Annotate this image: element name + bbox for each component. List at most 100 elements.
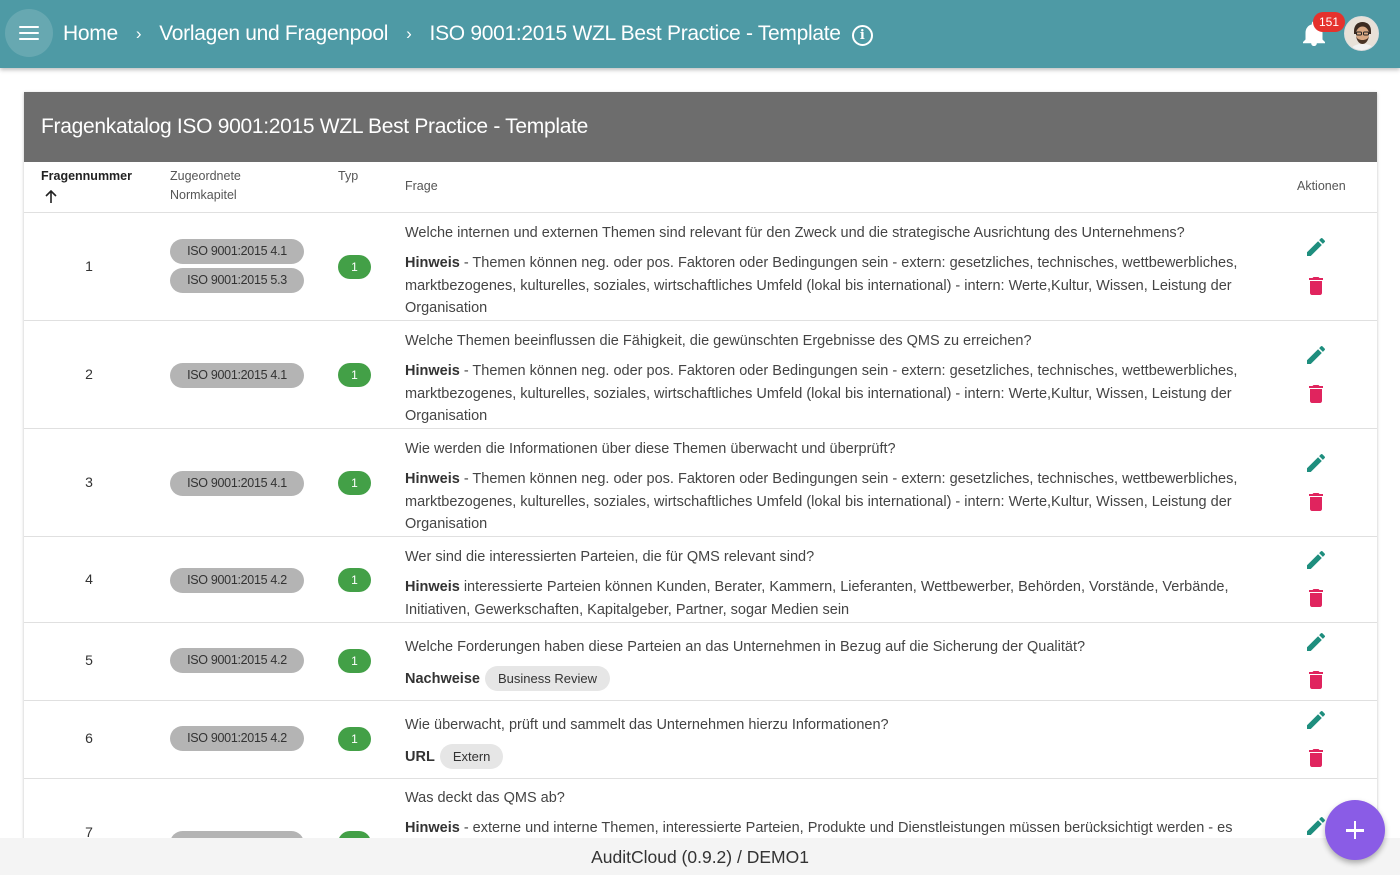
- chapter-chip: ISO 9001:2015 4.2: [170, 648, 304, 673]
- column-header-chapters[interactable]: Zugeordnete Normkapitel: [170, 167, 241, 205]
- hint-label: Hinweis: [405, 471, 460, 487]
- hint-text: - Themen können neg. oder pos. Faktoren …: [405, 363, 1238, 424]
- question-number: 3: [85, 474, 93, 490]
- hint-label: Hinweis: [405, 820, 460, 836]
- type-badge: 1: [338, 255, 371, 279]
- chapter-chip: ISO 9001:2015 4.1: [170, 239, 304, 264]
- column-header-question[interactable]: Frage: [405, 177, 438, 196]
- edit-icon[interactable]: [1304, 343, 1328, 367]
- breadcrumb-current: ISO 9001:2015 WZL Best Practice - Templa…: [429, 22, 841, 45]
- table-row: 1 ISO 9001:2015 4.1 ISO 9001:2015 5.3 1 …: [24, 213, 1377, 321]
- notification-badge: 151: [1313, 12, 1346, 32]
- question-text: Wie überwacht, prüft und sammelt das Unt…: [405, 717, 889, 733]
- question-number: 2: [85, 366, 93, 382]
- hint-text: interessierte Parteien können Kunden, Be…: [405, 579, 1229, 618]
- table-row: 3 ISO 9001:2015 4.1 1 Wie werden die Inf…: [24, 429, 1377, 537]
- chapter-chips: ISO 9001:2015 4.2: [170, 648, 304, 677]
- hint: Hinweis - Themen können neg. oder pos. F…: [405, 360, 1275, 428]
- edit-icon[interactable]: [1304, 630, 1328, 654]
- hint-text: - Themen können neg. oder pos. Faktoren …: [405, 471, 1238, 532]
- question-number: 6: [85, 730, 93, 746]
- add-question-button[interactable]: [1325, 800, 1385, 860]
- edit-icon[interactable]: [1304, 451, 1328, 475]
- question-text: Was deckt das QMS ab?: [405, 790, 565, 806]
- chapter-chips: ISO 9001:2015 4.2: [170, 726, 304, 755]
- breadcrumb-separator-icon: ›: [135, 24, 142, 43]
- type-badge: 1: [338, 568, 371, 592]
- table-row: 5 ISO 9001:2015 4.2 1 Welche Forderungen…: [24, 623, 1377, 701]
- chapter-chips: ISO 9001:2015 4.1: [170, 471, 304, 500]
- question-cell: Wer sind die interessierten Parteien, di…: [405, 547, 1275, 621]
- url-tag[interactable]: Extern: [439, 744, 504, 769]
- question-number: 1: [85, 258, 93, 274]
- breadcrumb-home[interactable]: Home: [63, 22, 118, 46]
- chapter-chip: ISO 9001:2015 4.1: [170, 363, 304, 388]
- edit-icon[interactable]: [1304, 548, 1328, 572]
- question-cell: Welche internen und externen Themen sind…: [405, 223, 1275, 320]
- chapter-chips: ISO 9001:2015 4.1 ISO 9001:2015 5.3: [170, 239, 304, 297]
- question-cell: Wie überwacht, prüft und sammelt das Unt…: [405, 715, 1275, 769]
- hint: Hinweis - Themen können neg. oder pos. F…: [405, 252, 1275, 320]
- info-icon[interactable]: i: [851, 24, 873, 46]
- hint-text: - Themen können neg. oder pos. Faktoren …: [405, 255, 1238, 316]
- column-header-chapters-line1: Zugeordnete: [170, 169, 241, 183]
- card-title: Fragenkatalog ISO 9001:2015 WZL Best Pra…: [24, 92, 1377, 162]
- plus-icon-vertical: [1353, 821, 1357, 839]
- evidence-tag[interactable]: Business Review: [484, 666, 610, 691]
- question-cell: Welche Themen beeinflussen die Fähigkeit…: [405, 331, 1275, 428]
- evidence-label: Nachweise: [405, 670, 480, 687]
- type-badge: 1: [338, 727, 371, 751]
- hint-label: Hinweis: [405, 579, 460, 595]
- table-row: 6 ISO 9001:2015 4.2 1 Wie überwacht, prü…: [24, 701, 1377, 779]
- url-label: URL: [405, 748, 435, 765]
- question-text: Welche Themen beeinflussen die Fähigkeit…: [405, 333, 1032, 349]
- column-header-actions: Aktionen: [1297, 179, 1346, 193]
- type-badge: 1: [338, 471, 371, 495]
- app-header: Home › Vorlagen und Fragenpool › ISO 900…: [0, 0, 1400, 68]
- chapter-chip: ISO 9001:2015 5.3: [170, 268, 304, 293]
- chapter-chip: ISO 9001:2015 4.2: [170, 568, 304, 593]
- column-header-type[interactable]: Typ: [338, 167, 358, 186]
- hint: Hinweis interessierte Parteien können Ku…: [405, 576, 1275, 621]
- delete-icon[interactable]: [1304, 382, 1328, 406]
- chapter-chip: ISO 9001:2015 4.2: [170, 726, 304, 751]
- hint: Hinweis - externe und interne Themen, in…: [405, 817, 1275, 840]
- question-number: 4: [85, 571, 93, 587]
- question-catalog-card: Fragenkatalog ISO 9001:2015 WZL Best Pra…: [24, 92, 1377, 852]
- type-badge: 1: [338, 363, 371, 387]
- url-field: URL Extern: [405, 744, 1275, 769]
- question-text: Welche internen und externen Themen sind…: [405, 225, 1185, 241]
- delete-icon[interactable]: [1304, 586, 1328, 610]
- delete-icon[interactable]: [1304, 746, 1328, 770]
- breadcrumb: Home › Vorlagen und Fragenpool › ISO 900…: [63, 0, 873, 68]
- hint: Hinweis - Themen können neg. oder pos. F…: [405, 468, 1275, 536]
- delete-icon[interactable]: [1304, 490, 1328, 514]
- chapter-chips: ISO 9001:2015 4.1: [170, 363, 304, 392]
- breadcrumb-templates[interactable]: Vorlagen und Fragenpool: [159, 22, 388, 46]
- column-header-number[interactable]: Fragennummer: [41, 167, 132, 186]
- type-badge: 1: [338, 649, 371, 673]
- question-cell: Welche Forderungen haben diese Parteien …: [405, 637, 1275, 691]
- footer: AuditCloud (0.9.2) / DEMO1: [0, 838, 1400, 875]
- table-header: Fragennummer Zugeordnete Normkapitel Typ…: [24, 162, 1377, 213]
- column-header-chapters-line2: Normkapitel: [170, 188, 237, 202]
- hint-text: - externe und interne Themen, interessie…: [459, 820, 1233, 836]
- menu-icon[interactable]: [5, 9, 53, 57]
- question-cell: Wie werden die Informationen über diese …: [405, 439, 1275, 536]
- edit-icon[interactable]: [1304, 235, 1328, 259]
- table-row: 4 ISO 9001:2015 4.2 1 Wer sind die inter…: [24, 537, 1377, 623]
- avatar[interactable]: [1344, 16, 1379, 51]
- question-number: 5: [85, 652, 93, 668]
- chapter-chips: ISO 9001:2015 4.2: [170, 568, 304, 597]
- sort-ascending-icon[interactable]: [44, 190, 58, 204]
- edit-icon[interactable]: [1304, 708, 1328, 732]
- breadcrumb-separator-icon: ›: [406, 24, 412, 43]
- delete-icon[interactable]: [1304, 274, 1328, 298]
- question-text: Wie werden die Informationen über diese …: [405, 441, 896, 457]
- hint-label: Hinweis: [405, 363, 460, 379]
- evidence: Nachweise Business Review: [405, 666, 1275, 691]
- delete-icon[interactable]: [1304, 668, 1328, 692]
- table-row: 2 ISO 9001:2015 4.1 1 Welche Themen beei…: [24, 321, 1377, 429]
- question-cell: Was deckt das QMS ab? Hinweis - externe …: [405, 788, 1275, 840]
- hint-label: Hinweis: [405, 255, 460, 271]
